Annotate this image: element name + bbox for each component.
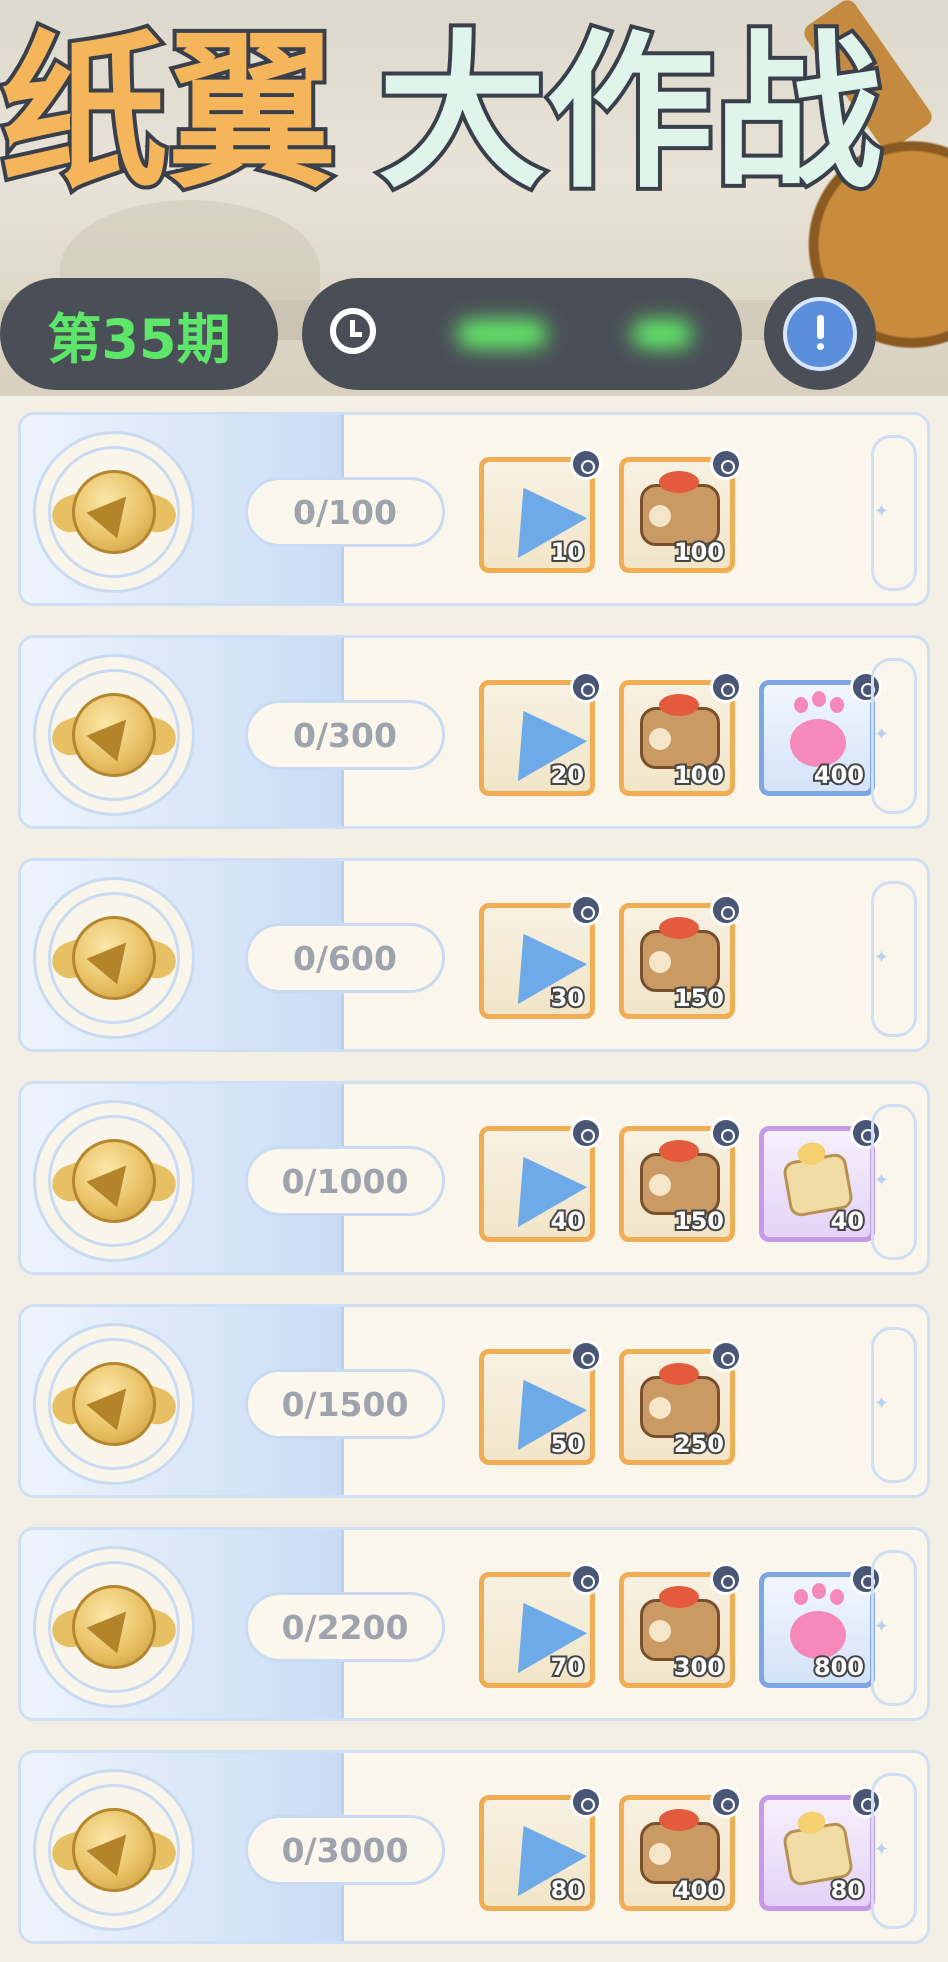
reward-count: 800 [812, 1651, 866, 1683]
lock-icon [710, 1563, 742, 1595]
wing-medal-icon [33, 1546, 195, 1708]
sparkle-icon: ✦ [873, 724, 889, 745]
reward-count: 300 [672, 1651, 726, 1683]
lock-icon [570, 1786, 602, 1818]
paw-icon [790, 697, 846, 767]
reward-count: 100 [672, 536, 726, 568]
lock-icon [710, 1340, 742, 1372]
tier-progress: 0/100 [245, 477, 445, 547]
reward-item[interactable]: 20 [479, 671, 602, 796]
reward-tier-row: 0/100 10 100 ✦ [18, 412, 930, 606]
reward-item[interactable]: 30 [479, 894, 602, 1019]
reward-item[interactable]: 10 [479, 448, 602, 573]
issue-label: 第35期 [47, 307, 231, 371]
lock-icon [570, 671, 602, 703]
wing-medal-icon [33, 431, 195, 593]
event-header: 纸翼 大作战 第35期 [0, 0, 948, 396]
reward-count: 20 [549, 759, 586, 791]
reward-item[interactable]: 100 [619, 448, 742, 573]
paw-icon [790, 1589, 846, 1659]
reward-count: 50 [549, 1428, 586, 1460]
wing-medal-icon [33, 1769, 195, 1931]
reward-item[interactable]: 40 [759, 1117, 882, 1242]
lock-icon [710, 1786, 742, 1818]
timer-text [412, 278, 722, 390]
sparkle-icon: ✦ [873, 1393, 889, 1414]
reward-item[interactable]: 150 [619, 894, 742, 1019]
reward-count: 80 [549, 1874, 586, 1906]
sparkle-icon: ✦ [873, 947, 889, 968]
cake-roll-icon [640, 1140, 720, 1215]
reward-item[interactable]: 40 [479, 1117, 602, 1242]
lock-icon [710, 671, 742, 703]
reward-item[interactable]: 100 [619, 671, 742, 796]
cake-roll-icon [640, 471, 720, 546]
sparkle-icon: ✦ [873, 1170, 889, 1191]
reward-count: 400 [672, 1874, 726, 1906]
wing-medal-icon [33, 1100, 195, 1262]
lock-icon [710, 894, 742, 926]
sparkle-icon: ✦ [873, 501, 889, 522]
reward-item[interactable]: 70 [479, 1563, 602, 1688]
cake-roll-icon [640, 1809, 720, 1884]
countdown-timer [302, 278, 742, 390]
reward-item[interactable]: 50 [479, 1340, 602, 1465]
reward-item[interactable]: 80 [759, 1786, 882, 1911]
cake-roll-icon [640, 917, 720, 992]
tier-progress: 0/600 [245, 923, 445, 993]
reward-count: 10 [549, 536, 586, 568]
lock-icon [570, 1340, 602, 1372]
reward-tier-row: 0/3000 80 400 80 ✦ [18, 1750, 930, 1944]
lock-icon [570, 448, 602, 480]
reward-count: 80 [829, 1874, 866, 1906]
event-title: 纸翼 大作战 [0, 14, 948, 212]
reward-item[interactable]: 300 [619, 1563, 742, 1688]
reward-count: 30 [549, 982, 586, 1014]
reward-item[interactable]: 150 [619, 1117, 742, 1242]
lock-icon [570, 894, 602, 926]
reward-count: 400 [812, 759, 866, 791]
tier-progress: 0/3000 [245, 1815, 445, 1885]
lock-icon [570, 1117, 602, 1149]
title-part-mint: 大作战 [374, 14, 886, 212]
clock-icon [330, 308, 376, 354]
reward-item[interactable]: 400 [759, 671, 882, 796]
reward-item[interactable]: 800 [759, 1563, 882, 1688]
cake-roll-icon [640, 1586, 720, 1661]
sparkle-icon: ✦ [873, 1616, 889, 1637]
book-info-icon [783, 297, 857, 371]
lock-icon [570, 1563, 602, 1595]
reward-tier-row: 0/1500 50 250 ✦ [18, 1304, 930, 1498]
reward-item[interactable]: 80 [479, 1786, 602, 1911]
wing-medal-icon [33, 1323, 195, 1485]
tier-progress: 0/1000 [245, 1146, 445, 1216]
wing-medal-icon [33, 877, 195, 1039]
reward-tier-row: 0/300 20 100 400 ✦ [18, 635, 930, 829]
tier-progress: 0/300 [245, 700, 445, 770]
sparkle-icon: ✦ [873, 1839, 889, 1860]
reward-count: 150 [672, 982, 726, 1014]
title-part-orange: 纸翼 [0, 14, 340, 212]
cake-roll-icon [640, 694, 720, 769]
reward-item[interactable]: 400 [619, 1786, 742, 1911]
reward-tier-list: 0/100 10 100 ✦ 0/300 20 100 400 ✦ 0/600 30 150 ✦ 0/10… [0, 396, 948, 1962]
issue-badge: 第35期 [0, 278, 278, 390]
reward-count: 150 [672, 1205, 726, 1237]
reward-count: 100 [672, 759, 726, 791]
wing-medal-icon [33, 654, 195, 816]
rules-button[interactable] [764, 278, 876, 390]
tier-progress: 0/1500 [245, 1369, 445, 1439]
reward-tier-row: 0/2200 70 300 800 ✦ [18, 1527, 930, 1721]
lock-icon [710, 1117, 742, 1149]
reward-item[interactable]: 250 [619, 1340, 742, 1465]
tier-progress: 0/2200 [245, 1592, 445, 1662]
reward-tier-row: 0/1000 40 150 40 ✦ [18, 1081, 930, 1275]
reward-count: 250 [672, 1428, 726, 1460]
lock-icon [710, 448, 742, 480]
reward-count: 40 [829, 1205, 866, 1237]
reward-count: 70 [549, 1651, 586, 1683]
cake-roll-icon [640, 1363, 720, 1438]
reward-count: 40 [549, 1205, 586, 1237]
reward-tier-row: 0/600 30 150 ✦ [18, 858, 930, 1052]
